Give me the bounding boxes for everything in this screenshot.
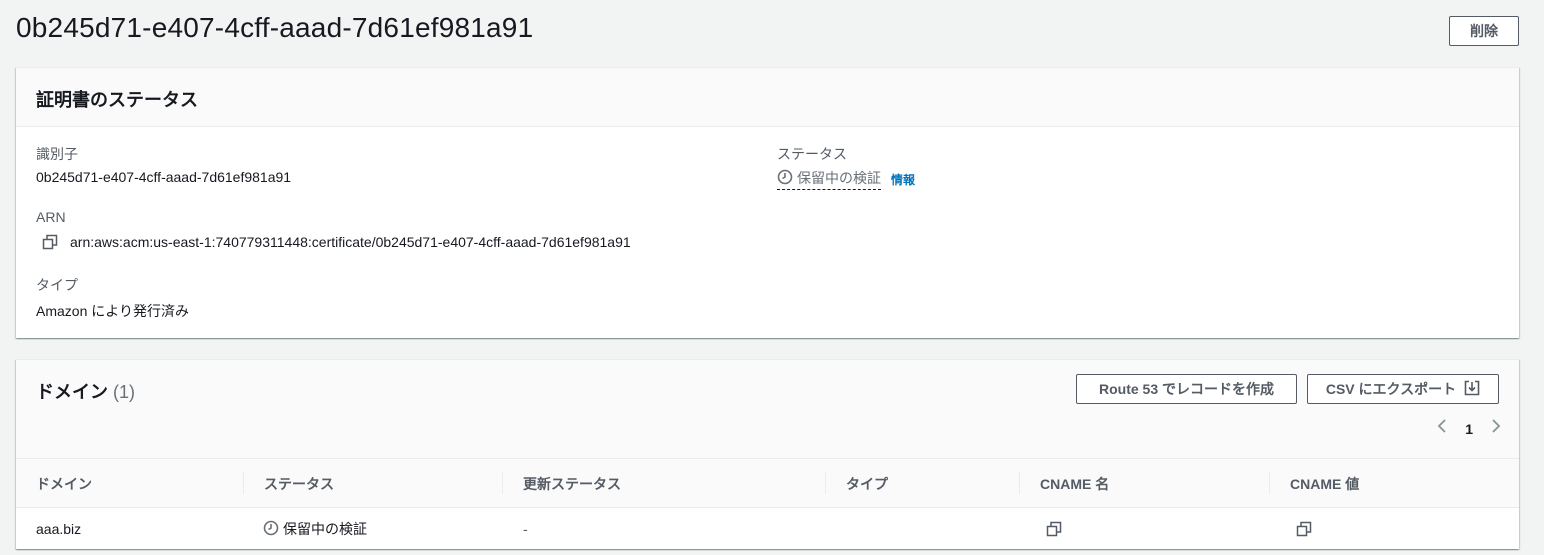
copy-icon[interactable]: [1046, 521, 1062, 537]
column-header-renewal-status[interactable]: 更新ステータス: [523, 459, 621, 508]
copy-icon[interactable]: [42, 234, 58, 250]
export-csv-label: CSV にエクスポート: [1325, 381, 1457, 397]
type-label: タイプ: [36, 277, 78, 293]
cell-status-text: 保留中の検証: [283, 521, 367, 537]
status-pending[interactable]: 保留中の検証: [777, 168, 881, 190]
arn-value: arn:aws:acm:us-east-1:740779311448:certi…: [70, 234, 631, 250]
domains-count: (1): [113, 382, 136, 402]
cell-cname-value: [1296, 508, 1312, 550]
column-header-cname-name[interactable]: CNAME 名: [1040, 459, 1109, 508]
status-value-row: 保留中の検証 情報: [777, 168, 915, 190]
download-icon: [1464, 380, 1480, 399]
domains-section-title: ドメイン (1): [36, 378, 135, 404]
clock-icon: [777, 169, 793, 188]
table-header: ドメイン ステータス 更新ステータス タイプ CNAME 名 CNAME 値: [16, 459, 1519, 508]
arn-row: arn:aws:acm:us-east-1:740779311448:certi…: [42, 234, 631, 250]
cell-cname-name: [1046, 508, 1062, 550]
domains-card: ドメイン (1) Route 53 でレコードを作成 CSV にエクスポート 1…: [16, 359, 1519, 549]
create-route53-record-button[interactable]: Route 53 でレコードを作成: [1076, 374, 1297, 404]
copy-icon[interactable]: [1296, 521, 1312, 537]
cell-renewal-status: -: [523, 521, 528, 537]
status-card-header: 証明書のステータス: [16, 68, 1519, 127]
page-title: 0b245d71-e407-4cff-aaad-7d61ef981a91: [16, 12, 534, 43]
page-number[interactable]: 1: [1465, 421, 1473, 437]
pagination: 1: [1437, 418, 1501, 439]
chevron-left-icon[interactable]: [1437, 418, 1447, 439]
column-header-status[interactable]: ステータス: [264, 459, 334, 508]
column-header-type[interactable]: タイプ: [846, 459, 888, 508]
status-section-title: 証明書のステータス: [36, 90, 198, 110]
status-label: ステータス: [777, 146, 847, 162]
status-value: 保留中の検証: [797, 170, 881, 186]
column-header-cname-value[interactable]: CNAME 値: [1290, 459, 1359, 508]
domains-card-header: ドメイン (1) Route 53 でレコードを作成 CSV にエクスポート 1: [16, 360, 1519, 459]
identifier-label: 識別子: [36, 146, 78, 162]
column-header-domain[interactable]: ドメイン: [36, 459, 92, 508]
info-link[interactable]: 情報: [891, 171, 915, 188]
certificate-status-card: 証明書のステータス 識別子 0b245d71-e407-4cff-aaad-7d…: [16, 67, 1519, 338]
arn-label: ARN: [36, 209, 66, 225]
table-row: aaa.biz 保留中の検証 -: [16, 508, 1519, 550]
delete-button[interactable]: 削除: [1449, 16, 1519, 46]
type-value: Amazon により発行済み: [36, 303, 189, 319]
identifier-value: 0b245d71-e407-4cff-aaad-7d61ef981a91: [36, 169, 292, 185]
export-csv-button[interactable]: CSV にエクスポート: [1307, 374, 1499, 404]
clock-icon: [263, 520, 279, 539]
cell-domain: aaa.biz: [36, 521, 82, 537]
domains-title-text: ドメイン: [36, 382, 108, 402]
chevron-right-icon[interactable]: [1491, 418, 1501, 439]
cell-status: 保留中の検証: [263, 508, 367, 550]
